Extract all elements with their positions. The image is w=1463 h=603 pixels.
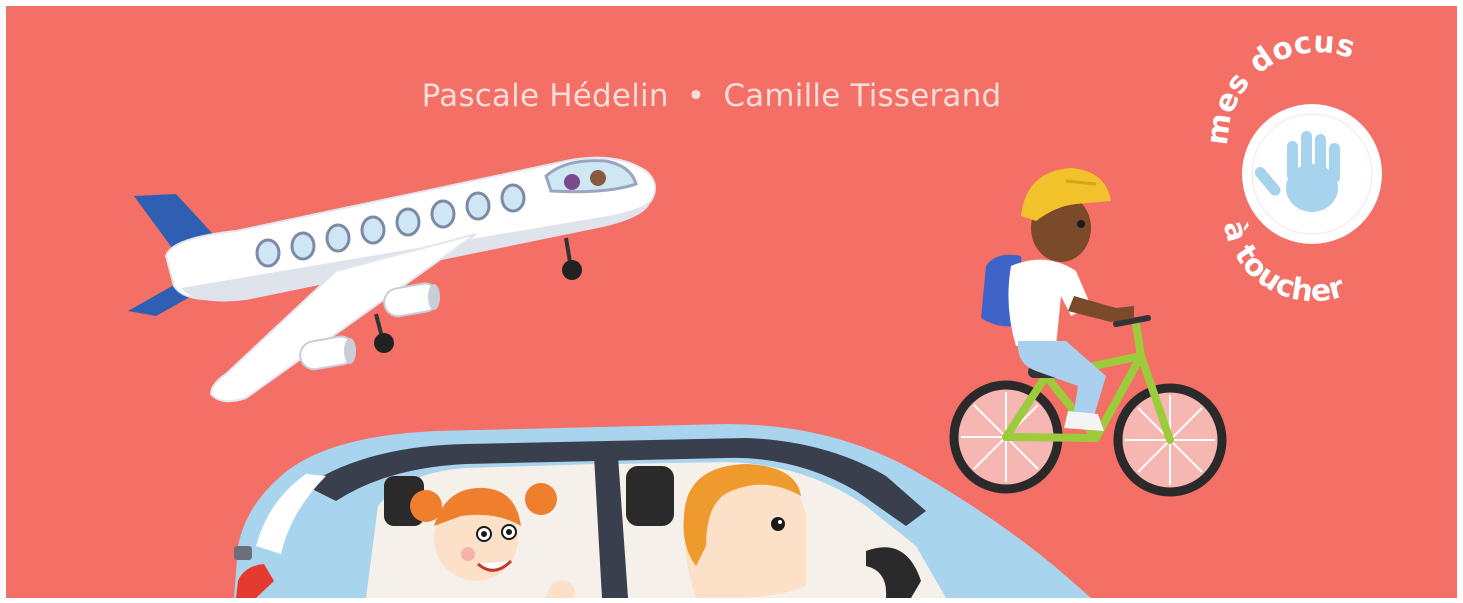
cover-illustrations: mes docus à toucher bbox=[128, 25, 1382, 598]
book-cover: Pascale Hédelin • Camille Tisserand mes … bbox=[6, 6, 1457, 598]
cyclist-illustration bbox=[949, 168, 1227, 497]
airplane-illustration bbox=[128, 156, 656, 403]
series-badge: mes docus à toucher bbox=[1200, 25, 1382, 310]
